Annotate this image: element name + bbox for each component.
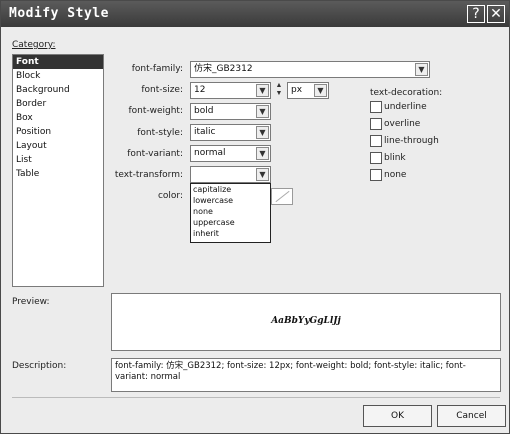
chevron-down-icon: ▼ xyxy=(256,126,269,139)
window-title: Modify Style xyxy=(9,6,109,21)
transform-option-uppercase[interactable]: uppercase xyxy=(191,217,270,228)
category-item-position[interactable]: Position xyxy=(13,125,103,139)
category-item-list[interactable]: List xyxy=(13,153,103,167)
font-variant-label: font-variant: xyxy=(127,149,183,159)
font-weight-value: bold xyxy=(194,106,214,116)
line-through-label: line-through xyxy=(384,136,439,146)
help-icon[interactable]: ? xyxy=(467,5,485,23)
close-icon[interactable]: ✕ xyxy=(487,5,505,23)
text-transform-select[interactable]: ▼ xyxy=(190,166,271,183)
category-item-block[interactable]: Block xyxy=(13,69,103,83)
font-family-select[interactable]: 仿宋_GB2312 ▼ xyxy=(190,61,430,78)
modify-style-dialog: Modify Style ? ✕ Category: Font Block Ba… xyxy=(0,0,510,434)
divider xyxy=(12,397,500,398)
font-variant-value: normal xyxy=(194,148,226,158)
spin-up-icon[interactable]: ▲ xyxy=(274,82,284,90)
chevron-down-icon: ▼ xyxy=(415,63,428,76)
overline-checkbox[interactable] xyxy=(370,118,382,130)
font-variant-select[interactable]: normal ▼ xyxy=(190,145,271,162)
chevron-down-icon: ▼ xyxy=(256,168,269,181)
blink-label: blink xyxy=(384,153,406,163)
font-size-stepper[interactable]: ▲ ▼ xyxy=(274,82,284,99)
description-text: font-family: 仿宋_GB2312; font-size: 12px;… xyxy=(115,361,466,382)
preview-box: AaBbYyGgLlJj xyxy=(111,293,501,351)
font-size-label: font-size: xyxy=(141,85,183,95)
font-size-input[interactable]: 12 ▼ xyxy=(190,82,271,99)
text-decoration-label: text-decoration: xyxy=(370,88,443,98)
color-label: color: xyxy=(157,191,183,201)
transform-option-inherit[interactable]: inherit xyxy=(191,228,270,239)
text-transform-label: text-transform: xyxy=(114,170,183,180)
spin-down-icon[interactable]: ▼ xyxy=(274,90,284,98)
font-family-value: 仿宋_GB2312 xyxy=(194,64,253,74)
chevron-down-icon: ▼ xyxy=(314,84,327,97)
none-checkbox[interactable] xyxy=(370,169,382,181)
ok-button[interactable]: OK xyxy=(363,405,432,427)
overline-label: overline xyxy=(384,119,421,129)
font-weight-label: font-weight: xyxy=(128,106,183,116)
chevron-down-icon: ▼ xyxy=(256,105,269,118)
preview-label: Preview: xyxy=(12,297,50,307)
font-size-value: 12 xyxy=(194,85,206,95)
category-item-border[interactable]: Border xyxy=(13,97,103,111)
font-style-select[interactable]: italic ▼ xyxy=(190,124,271,141)
font-style-label: font-style: xyxy=(137,128,183,138)
description-label: Description: xyxy=(12,361,67,371)
font-size-unit-value: px xyxy=(291,85,303,95)
title-bar: Modify Style ? ✕ xyxy=(1,1,509,27)
font-size-unit-select[interactable]: px ▼ xyxy=(287,82,329,99)
category-item-background[interactable]: Background xyxy=(13,83,103,97)
category-item-font[interactable]: Font xyxy=(13,55,103,69)
description-box: font-family: 仿宋_GB2312; font-size: 12px;… xyxy=(111,358,501,392)
chevron-down-icon: ▼ xyxy=(256,84,269,97)
font-style-value: italic xyxy=(194,127,216,137)
font-family-label: font-family: xyxy=(131,64,183,74)
category-item-layout[interactable]: Layout xyxy=(13,139,103,153)
none-label: none xyxy=(384,170,407,180)
underline-label: underline xyxy=(384,102,427,112)
category-list[interactable]: Font Block Background Border Box Positio… xyxy=(12,54,104,287)
color-picker-button[interactable] xyxy=(271,188,293,205)
category-label: Category: xyxy=(12,40,56,50)
blink-checkbox[interactable] xyxy=(370,152,382,164)
category-item-table[interactable]: Table xyxy=(13,167,103,181)
cancel-button[interactable]: Cancel xyxy=(437,405,506,427)
font-weight-select[interactable]: bold ▼ xyxy=(190,103,271,120)
chevron-down-icon: ▼ xyxy=(256,147,269,160)
underline-checkbox[interactable] xyxy=(370,101,382,113)
transform-option-lowercase[interactable]: lowercase xyxy=(191,195,270,206)
text-transform-dropdown[interactable]: capitalize lowercase none uppercase inhe… xyxy=(190,183,271,243)
line-through-checkbox[interactable] xyxy=(370,135,382,147)
transform-option-none[interactable]: none xyxy=(191,206,270,217)
transform-option-capitalize[interactable]: capitalize xyxy=(191,184,270,195)
preview-sample: AaBbYyGgLlJj xyxy=(271,316,341,326)
category-item-box[interactable]: Box xyxy=(13,111,103,125)
